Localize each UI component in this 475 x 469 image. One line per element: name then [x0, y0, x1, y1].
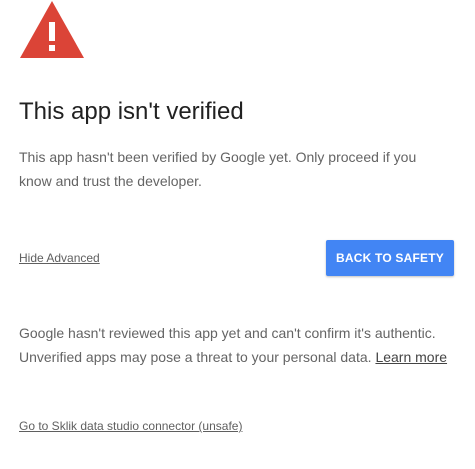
proceed-unsafe-link[interactable]: Go to Sklik data studio connector (unsaf… — [19, 418, 242, 434]
warning-icon — [19, 0, 85, 59]
learn-more-link[interactable]: Learn more — [375, 349, 447, 365]
hide-advanced-link[interactable]: Hide Advanced — [19, 250, 100, 266]
advanced-details: Google hasn't reviewed this app yet and … — [19, 321, 449, 369]
verification-description: This app hasn't been verified by Google … — [19, 149, 417, 189]
page-title: This app isn't verified — [19, 98, 244, 125]
advanced-details-text: Google hasn't reviewed this app yet and … — [19, 325, 436, 365]
back-to-safety-button[interactable]: BACK TO SAFETY — [326, 240, 454, 276]
